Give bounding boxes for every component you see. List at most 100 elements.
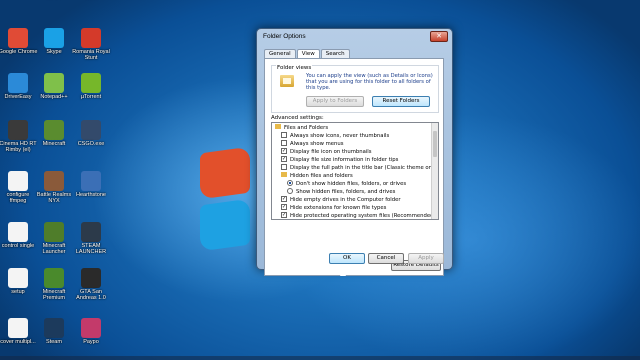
app-icon (44, 28, 64, 48)
desktop-icon[interactable]: Minecraft (34, 120, 74, 147)
desktop-icon-label: Hearthstone (76, 192, 106, 198)
desktop-icon[interactable]: Paypo (71, 318, 111, 345)
app-icon (81, 28, 101, 48)
checkbox-icon[interactable] (281, 163, 287, 170)
setting-label: Hide extensions for known file types (290, 205, 387, 211)
app-icon (8, 222, 28, 242)
desktop-icon[interactable]: µTorrent (71, 73, 111, 100)
desktop-icon[interactable]: Hearthstone (71, 171, 111, 198)
desktop-icon[interactable]: Steam (34, 318, 74, 345)
checkbox-icon[interactable]: ✓ (281, 155, 287, 162)
setting-label: Display file icon on thumbnails (290, 149, 372, 155)
advanced-settings-label: Advanced settings: (271, 115, 324, 121)
desktop-icon[interactable]: GTA San Andreas 1.0 (71, 268, 111, 301)
radio-icon[interactable] (287, 179, 293, 186)
desktop-icon-label: Minecraft (42, 141, 66, 147)
app-icon (81, 120, 101, 140)
reset-folders-button[interactable]: Reset Folders (372, 96, 430, 107)
close-button[interactable]: ✕ (430, 31, 448, 42)
app-icon (8, 171, 28, 191)
settings-checkbox[interactable]: ✓ Display file icon on thumbnails (281, 147, 372, 156)
setting-label: Don't show hidden files, folders, or dri… (296, 181, 407, 187)
desktop-icon[interactable]: setup (0, 268, 38, 295)
scrollbar-thumb[interactable] (433, 131, 437, 157)
desktop-icon[interactable]: STEAM LAUNCHER (71, 222, 111, 255)
desktop-icon[interactable]: Minecraft Launcher (34, 222, 74, 255)
desktop-icon-label: cover multipl... (0, 339, 36, 345)
desktop-icon-label: Notepad++ (40, 94, 68, 100)
app-icon (44, 73, 64, 93)
app-icon (44, 318, 64, 338)
app-icon (81, 73, 101, 93)
desktop-icon[interactable]: Minecraft Premium (34, 268, 74, 301)
setting-label: Files and Folders (284, 125, 329, 131)
app-icon (81, 171, 101, 191)
tab-strip: General View Search (264, 49, 350, 59)
settings-checkbox[interactable]: Always show icons, never thumbnails (281, 131, 389, 140)
desktop-icon-label: GTA San Andreas 1.0 (76, 289, 106, 301)
desktop-icon[interactable]: Notepad++ (34, 73, 74, 100)
folder-views-title: Folder views (276, 65, 313, 71)
checkbox-icon[interactable]: ✓ (281, 195, 287, 202)
desktop-icon[interactable]: Battle Realms NYX (34, 171, 74, 204)
desktop-icon-label: Minecraft Launcher (42, 243, 66, 255)
desktop-icon-label: CSGO.exe (77, 141, 105, 147)
checkbox-icon[interactable]: ✓ (281, 147, 287, 154)
desktop-icon[interactable]: configure ffmpeg (0, 171, 38, 204)
checkbox-icon[interactable]: ✓ (281, 211, 287, 218)
mouse-cursor (340, 268, 346, 276)
desktop-icon[interactable]: control single (0, 222, 38, 249)
ok-button[interactable]: OK (329, 253, 365, 264)
checkbox-icon[interactable] (281, 139, 287, 146)
desktop-icon-label: Paypo (83, 339, 99, 345)
folder-views-icon (280, 75, 294, 87)
app-icon (44, 120, 64, 140)
settings-checkbox[interactable]: Always show menus (281, 139, 344, 148)
folder-views-description: You can apply the view (such as Details … (306, 73, 433, 91)
settings-radio[interactable]: Don't show hidden files, folders, or dri… (287, 179, 407, 188)
app-icon (8, 28, 28, 48)
app-icon (81, 268, 101, 288)
checkbox-icon[interactable] (281, 131, 287, 138)
desktop-icon[interactable]: cover multipl... (0, 318, 38, 345)
settings-checkbox[interactable]: ✓ Hide empty drives in the Computer folde… (281, 195, 401, 204)
app-icon (44, 268, 64, 288)
desktop-icon[interactable]: CSGO.exe (71, 120, 111, 147)
settings-checkbox[interactable]: ✓ Hide extensions for known file types (281, 203, 387, 212)
settings-radio[interactable]: Show hidden files, folders, and drives (287, 187, 396, 196)
desktop-icon-label: µTorrent (80, 94, 102, 100)
desktop-icon[interactable]: DriverEasy (0, 73, 38, 100)
settings-group: Hidden files and folders (281, 172, 353, 180)
apply-to-folders-button[interactable]: Apply to Folders (306, 96, 364, 107)
desktop-icon[interactable]: Romania Royal Stunt (71, 28, 111, 61)
folder-icon (275, 124, 281, 129)
app-icon (8, 318, 28, 338)
desktop-icon[interactable]: Cinema HD RT Rimby (el) (0, 120, 38, 153)
radio-icon[interactable] (287, 187, 293, 194)
advanced-settings-list[interactable]: Files and Folders Always show icons, neve… (271, 122, 439, 220)
desktop-icon-label: Cinema HD RT Rimby (el) (0, 141, 37, 153)
desktop-icon[interactable]: Google Chrome (0, 28, 38, 55)
settings-checkbox[interactable]: ✓ Hide protected operating system files (… (281, 211, 436, 219)
settings-checkbox[interactable]: ✓ Display file size information in folder… (281, 155, 398, 164)
cancel-button[interactable]: Cancel (368, 253, 404, 264)
desktop-icon-label: setup (11, 289, 25, 295)
desktop-icon-label: DriverEasy (4, 94, 32, 100)
setting-label: Hidden files and folders (290, 173, 353, 179)
app-icon (81, 318, 101, 338)
settings-scrollbar[interactable] (431, 123, 438, 219)
app-icon (81, 222, 101, 242)
app-icon (44, 171, 64, 191)
tab-search[interactable]: Search (320, 49, 350, 58)
checkbox-icon[interactable]: ✓ (281, 203, 287, 210)
setting-label: Always show menus (290, 141, 344, 147)
desktop-icon[interactable]: Skype (34, 28, 74, 55)
taskbar-edge (0, 356, 640, 360)
settings-checkbox[interactable]: Display the full path in the title bar (… (281, 163, 438, 172)
desktop-icon-label: Skype (46, 49, 62, 55)
app-icon (44, 222, 64, 242)
setting-label: Hide empty drives in the Computer folder (290, 197, 401, 203)
apply-button[interactable]: Apply (408, 253, 444, 264)
tab-general[interactable]: General (264, 49, 296, 58)
setting-label: Show hidden files, folders, and drives (296, 189, 396, 195)
